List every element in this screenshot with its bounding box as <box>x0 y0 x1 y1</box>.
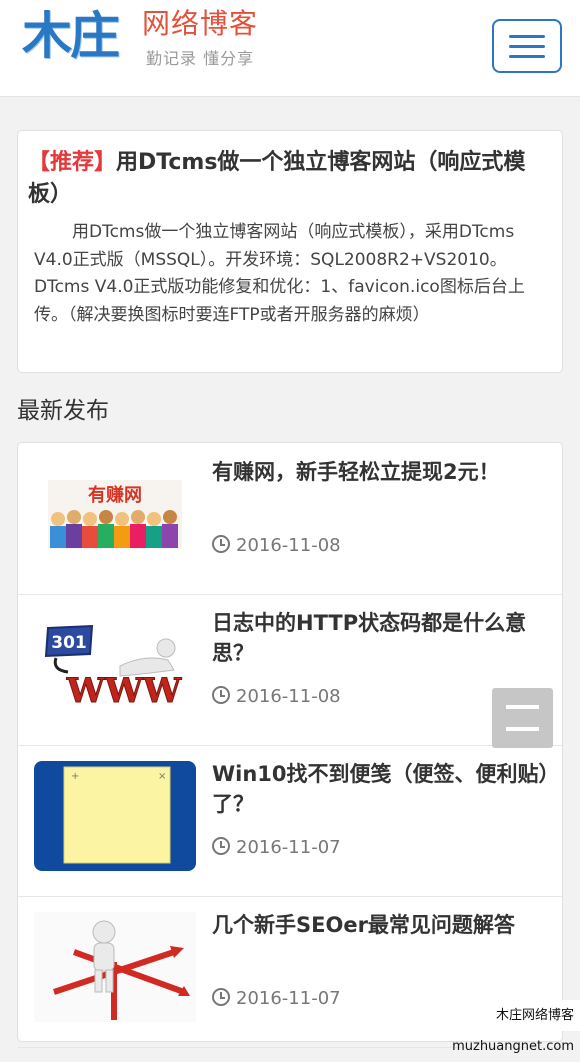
post-date-text: 2016-11-07 <box>236 837 341 858</box>
site-logo[interactable]: 木庄 网络博客 勤记录 懂分享 <box>20 4 282 78</box>
svg-text:×: × <box>158 771 166 782</box>
post-title[interactable]: 几个新手SEOer最常见问题解答 <box>212 910 552 940</box>
site-watermark: 木庄网络博客 muzhuangnet.com <box>376 1000 580 1054</box>
latest-posts-list: 有赚网 有赚网，新手轻松立提现2元！ 2016-11-08 301 WWW 日志… <box>17 442 563 1048</box>
post-thumbnail[interactable] <box>34 912 196 1022</box>
post-date-text: 2016-11-07 <box>236 988 341 1009</box>
post-list-item[interactable]: + × Win10找不到便笺（便签、便利贴）了？ 2016-11-07 <box>18 745 562 897</box>
svg-text:+: + <box>71 771 79 782</box>
post-title[interactable]: Win10找不到便笺（便签、便利贴）了？ <box>212 759 552 819</box>
logo-mark: 木庄 <box>22 6 120 65</box>
post-thumbnail[interactable]: + × <box>34 761 196 871</box>
svg-text:301: 301 <box>51 633 87 653</box>
latest-posts-heading: 最新发布 <box>17 398 109 424</box>
post-date-text: 2016-11-08 <box>236 535 341 556</box>
post-date: 2016-11-08 <box>212 684 341 710</box>
svg-text:WWW: WWW <box>66 671 182 711</box>
post-date-text: 2016-11-08 <box>236 686 341 707</box>
recommended-tag: 【推荐】 <box>28 150 117 175</box>
post-thumbnail[interactable]: 301 WWW <box>34 610 196 720</box>
clock-icon <box>212 988 230 1006</box>
post-title[interactable]: 有赚网，新手轻松立提现2元！ <box>212 457 552 487</box>
floating-menu-button[interactable] <box>492 688 553 748</box>
svg-text:有赚网: 有赚网 <box>88 484 142 506</box>
clock-icon <box>212 837 230 855</box>
clock-icon <box>212 535 230 553</box>
post-list-item[interactable]: 有赚网 有赚网，新手轻松立提现2元！ 2016-11-08 <box>18 443 562 595</box>
logo-tagline: 勤记录 懂分享 <box>146 49 255 68</box>
post-thumbnail[interactable]: 有赚网 <box>34 459 196 569</box>
featured-post-title[interactable]: 【推荐】用DTcms做一个独立博客网站（响应式模板） <box>28 147 548 211</box>
hamburger-menu-button[interactable] <box>492 19 562 73</box>
clock-icon <box>212 686 230 704</box>
post-date: 2016-11-08 <box>212 533 341 559</box>
logo-name: 网络博客 <box>142 7 259 40</box>
featured-post-summary: 用DTcms做一个独立博客网站（响应式模板），采用DTcms V4.0正式版（M… <box>34 222 525 325</box>
post-date: 2016-11-07 <box>212 835 341 861</box>
post-date: 2016-11-07 <box>212 986 341 1012</box>
post-list-item[interactable]: 301 WWW 日志中的HTTP状态码都是什么意思？ 2016-11-08 <box>18 594 562 746</box>
post-title[interactable]: 日志中的HTTP状态码都是什么意思？ <box>212 608 552 668</box>
featured-post-card[interactable]: 【推荐】用DTcms做一个独立博客网站（响应式模板） 用DTcms做一个独立博客… <box>17 130 563 373</box>
site-header: 木庄 网络博客 勤记录 懂分享 <box>0 0 580 97</box>
